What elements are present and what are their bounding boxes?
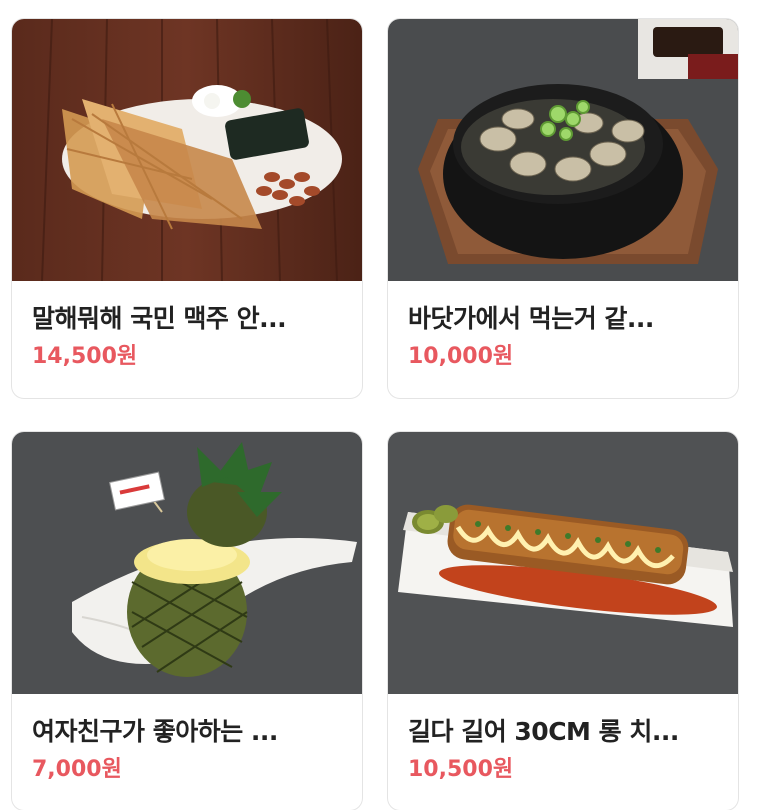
menu-item-name: 여자친구가 좋아하는 ... bbox=[32, 717, 278, 746]
menu-item-info: 말해뭐해 국민 맥주 안... 14,500원 bbox=[12, 281, 362, 371]
menu-item-info: 여자친구가 좋아하는 ... 7,000원 bbox=[12, 694, 362, 784]
menu-item-price: 10,500원 bbox=[408, 757, 514, 782]
menu-item-photo bbox=[12, 432, 362, 694]
menu-item-name: 바닷가에서 먹는거 같... bbox=[408, 304, 654, 333]
menu-item-photo bbox=[12, 19, 362, 281]
menu-item-price: 14,500원 bbox=[32, 344, 138, 369]
menu-item-name: 길다 길어 30CM 롱 치... bbox=[408, 717, 679, 746]
menu-card[interactable]: 말해뭐해 국민 맥주 안... 14,500원 bbox=[12, 19, 362, 398]
menu-item-price: 10,000원 bbox=[408, 344, 514, 369]
menu-item-info: 바닷가에서 먹는거 같... 10,000원 bbox=[388, 281, 738, 371]
menu-item-name: 말해뭐해 국민 맥주 안... bbox=[32, 304, 287, 333]
menu-card[interactable]: 길다 길어 30CM 롱 치... 10,500원 bbox=[388, 432, 738, 810]
menu-item-photo bbox=[388, 19, 738, 281]
menu-grid: 말해뭐해 국민 맥주 안... 14,500원 바닷가에서 먹는거 같... 1… bbox=[0, 0, 773, 810]
menu-card[interactable]: 여자친구가 좋아하는 ... 7,000원 bbox=[12, 432, 362, 810]
menu-item-price: 7,000원 bbox=[32, 757, 122, 782]
menu-item-info: 길다 길어 30CM 롱 치... 10,500원 bbox=[388, 694, 738, 784]
menu-item-photo bbox=[388, 432, 738, 694]
menu-card[interactable]: 바닷가에서 먹는거 같... 10,000원 bbox=[388, 19, 738, 398]
